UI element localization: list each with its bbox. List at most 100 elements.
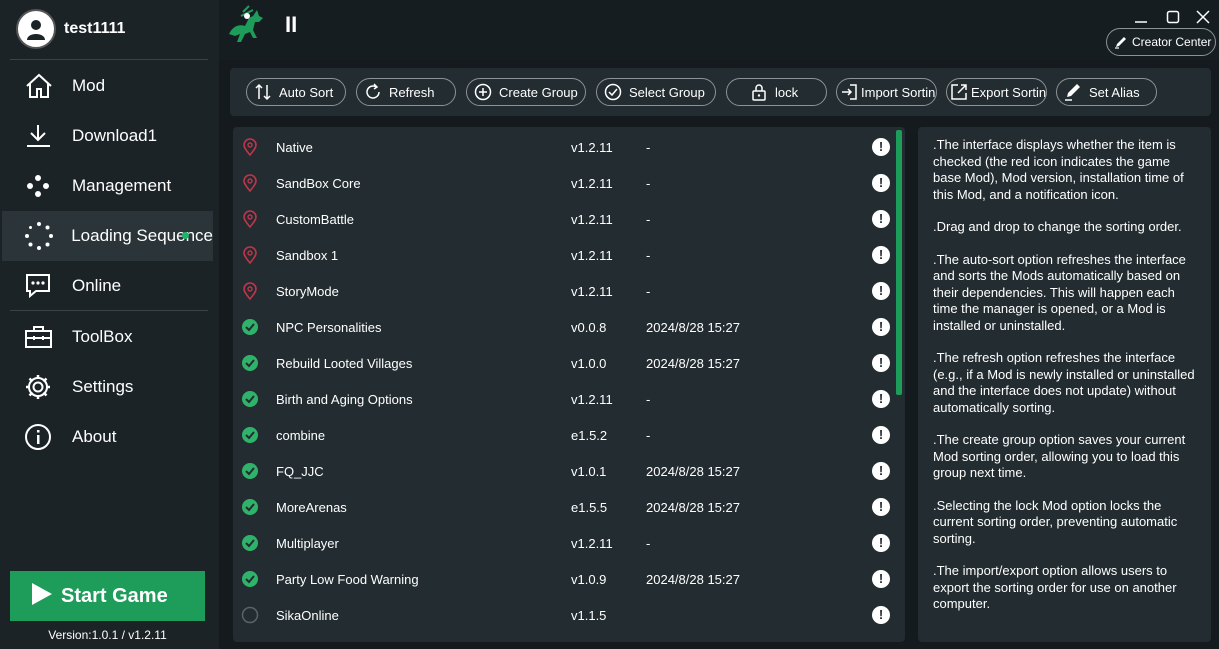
mod-row[interactable]: SandBox Core v1.2.11 -!: [233, 165, 905, 201]
check-circle-icon[interactable]: [241, 498, 259, 516]
mod-install-date: 2024/8/28 15:27: [646, 356, 740, 371]
location-pin-icon[interactable]: [241, 282, 259, 301]
mod-name: StoryMode: [276, 284, 339, 299]
lock-icon: [749, 82, 769, 102]
notification-icon[interactable]: !: [872, 282, 890, 300]
sidebar-item-about[interactable]: About: [2, 412, 213, 462]
check-circle-icon[interactable]: [241, 534, 259, 552]
sidebar-item-label: About: [72, 427, 117, 446]
sidebar-item-toolbox[interactable]: ToolBox: [2, 312, 213, 362]
notification-icon[interactable]: !: [872, 390, 890, 408]
check-circle-icon[interactable]: [241, 354, 259, 372]
notification-icon[interactable]: !: [872, 570, 890, 588]
notification-icon[interactable]: !: [872, 210, 890, 228]
sidebar-item-download[interactable]: Download1: [2, 111, 213, 161]
mod-row[interactable]: combine e1.5.2 -!: [233, 417, 905, 453]
refresh-label: Refresh: [389, 84, 435, 100]
mod-version: v1.2.11: [571, 212, 613, 227]
creator-center-button[interactable]: Creator Center: [1106, 28, 1216, 56]
auto-sort-button[interactable]: Auto Sort: [246, 78, 346, 106]
sidebar-item-management[interactable]: Management: [2, 161, 213, 211]
mod-row[interactable]: NPC Personalities v0.0.8 2024/8/28 15:27!: [233, 309, 905, 345]
mod-install-date: -: [646, 212, 651, 227]
pen-icon: [1114, 35, 1128, 49]
notification-icon[interactable]: !: [872, 498, 890, 516]
notification-icon[interactable]: !: [872, 426, 890, 444]
empty-circle-icon[interactable]: [241, 606, 259, 624]
plus-circle-icon: [473, 82, 493, 102]
import-sorting-button[interactable]: Import Sorting: [836, 78, 937, 106]
check-circle-icon[interactable]: [241, 318, 259, 336]
check-circle-icon[interactable]: [241, 390, 259, 408]
notification-icon[interactable]: !: [872, 534, 890, 552]
check-circle-icon[interactable]: [241, 570, 259, 588]
check-circle-icon[interactable]: [241, 462, 259, 480]
location-pin-icon[interactable]: [241, 210, 259, 229]
mod-row[interactable]: Native v1.2.11 -!: [233, 129, 905, 165]
mod-version: e1.5.2: [571, 428, 608, 443]
management-icon: [24, 171, 62, 201]
mod-row[interactable]: StoryMode v1.2.11 -!: [233, 273, 905, 309]
set-alias-label: Set Alias: [1089, 84, 1140, 100]
mod-name: CustomBattle: [276, 212, 355, 227]
notification-icon[interactable]: !: [872, 138, 890, 156]
home-icon: [24, 71, 62, 101]
notification-icon[interactable]: !: [872, 606, 890, 624]
notification-icon[interactable]: !: [872, 174, 890, 192]
scrollbar[interactable]: [896, 130, 902, 395]
maximize-icon[interactable]: [1165, 9, 1181, 25]
mod-version: v1.2.11: [571, 140, 613, 155]
mod-row[interactable]: Rebuild Looted Villages v1.0.0 2024/8/28 1…: [233, 345, 905, 381]
location-pin-icon[interactable]: [241, 138, 259, 157]
close-icon[interactable]: [1195, 9, 1211, 25]
mod-install-date: -: [646, 284, 651, 299]
notification-icon[interactable]: !: [872, 354, 890, 372]
help-paragraph: .Drag and drop to change the sorting ord…: [933, 219, 1182, 234]
select-group-label: Select Group: [629, 84, 705, 100]
lock-button[interactable]: lock: [726, 78, 827, 106]
location-pin-icon[interactable]: [241, 246, 259, 265]
notification-icon[interactable]: !: [872, 462, 890, 480]
pen-icon: [1063, 82, 1083, 102]
minimize-icon[interactable]: [1133, 9, 1149, 25]
notification-icon[interactable]: !: [872, 246, 890, 264]
user-profile[interactable]: test1111: [16, 8, 125, 50]
create-group-button[interactable]: Create Group: [466, 78, 586, 106]
export-icon: [949, 82, 969, 102]
mod-row[interactable]: Party Low Food Warning v1.0.9 2024/8/28 15…: [233, 561, 905, 597]
mod-row[interactable]: FQ_JJC v1.0.1 2024/8/28 15:27!: [233, 453, 905, 489]
mod-row[interactable]: Multiplayer v1.2.11 -!: [233, 525, 905, 561]
import-sorting-label: Import Sorting: [861, 84, 937, 100]
mod-name: Rebuild Looted Villages: [276, 356, 413, 371]
mod-row[interactable]: MoreArenas e1.5.5 2024/8/28 15:27!: [233, 489, 905, 525]
pause-button[interactable]: II: [285, 12, 297, 38]
sidebar-item-settings[interactable]: Settings: [2, 362, 213, 412]
mod-row[interactable]: CustomBattle v1.2.11 -!: [233, 201, 905, 237]
user-icon: [27, 20, 45, 40]
mod-name: SandBox Core: [276, 176, 361, 191]
download-icon: [24, 121, 62, 151]
mod-install-date: -: [646, 536, 651, 551]
horse-knight-logo: [223, 4, 267, 55]
export-sorting-button[interactable]: Export Sorting: [946, 78, 1047, 106]
mod-row[interactable]: Sandbox 1 v1.2.11 -!: [233, 237, 905, 273]
select-group-button[interactable]: Select Group: [596, 78, 716, 106]
mod-version: v1.0.9: [571, 572, 607, 587]
start-game-button[interactable]: Start Game: [10, 571, 205, 621]
mod-version: v1.2.11: [571, 176, 613, 191]
sidebar-item-loading-sequence[interactable]: Loading Sequence: [2, 211, 213, 261]
notification-icon[interactable]: !: [872, 318, 890, 336]
mod-version: v1.0.1: [571, 464, 607, 479]
sidebar-item-label: Online: [72, 276, 122, 295]
help-paragraph: .The import/export option allows users t…: [933, 563, 1177, 611]
help-paragraph: .Selecting the lock Mod option locks the…: [933, 497, 1178, 546]
mod-row[interactable]: SikaOnline v1.1.5!: [233, 597, 905, 633]
refresh-button[interactable]: Refresh: [356, 78, 456, 106]
sidebar-item-online[interactable]: Online: [2, 261, 213, 311]
check-circle-icon[interactable]: [241, 426, 259, 444]
avatar[interactable]: [16, 9, 56, 49]
set-alias-button[interactable]: Set Alias: [1056, 78, 1157, 106]
mod-row[interactable]: Birth and Aging Options v1.2.11 -!: [233, 381, 905, 417]
sidebar-item-mod[interactable]: Mod: [2, 61, 213, 111]
location-pin-icon[interactable]: [241, 174, 259, 193]
